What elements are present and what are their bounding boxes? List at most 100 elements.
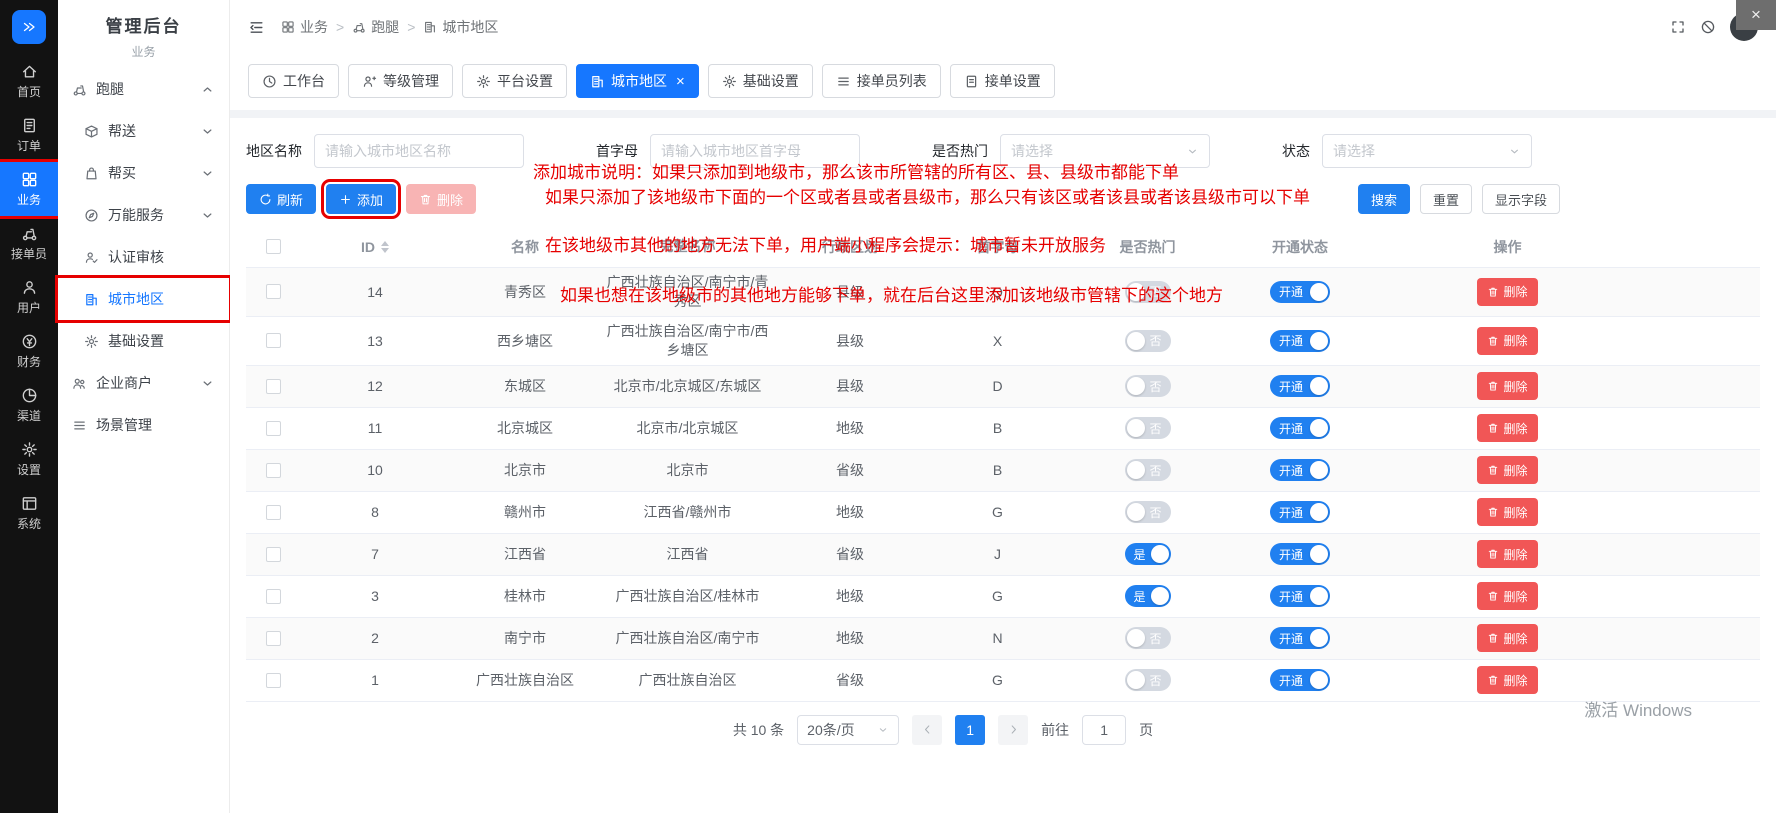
row-checkbox[interactable]	[266, 589, 281, 604]
menu-enterprise-merchant[interactable]: 企业商户	[58, 362, 229, 404]
status-toggle[interactable]: 开通	[1270, 669, 1330, 691]
close-tab-icon[interactable]: ×	[676, 74, 685, 89]
tab-level-management[interactable]: 等级管理	[348, 64, 453, 98]
hot-toggle[interactable]: 否	[1125, 627, 1171, 649]
tab-city-regions[interactable]: 城市地区×	[576, 64, 699, 98]
menu-scene-manage[interactable]: 场景管理	[58, 404, 229, 446]
nav-finance[interactable]: 财务	[0, 324, 58, 378]
sort-icon[interactable]	[381, 241, 389, 253]
goto-page-input[interactable]	[1082, 715, 1126, 745]
column-header-0[interactable]: ID	[300, 239, 450, 255]
scooter-icon	[352, 20, 366, 34]
cell-initial: G	[925, 504, 1070, 520]
hot-toggle[interactable]: 否	[1125, 501, 1171, 523]
column-header-6: 开通状态	[1225, 237, 1375, 257]
app-logo[interactable]	[0, 0, 58, 54]
next-page-button[interactable]	[998, 715, 1028, 745]
row-delete-button[interactable]: 删除	[1477, 540, 1537, 568]
tab-platform-settings[interactable]: 平台设置	[462, 64, 567, 98]
row-checkbox[interactable]	[266, 547, 281, 562]
hot-toggle[interactable]: 否	[1125, 330, 1171, 352]
search-button[interactable]: 搜索	[1358, 184, 1410, 214]
status-toggle[interactable]: 开通	[1270, 375, 1330, 397]
nav-settings[interactable]: 设置	[0, 432, 58, 486]
menu-universal-service[interactable]: 万能服务	[58, 194, 229, 236]
status-toggle[interactable]: 开通	[1270, 585, 1330, 607]
tab-label: 接单员列表	[857, 71, 927, 91]
row-delete-button[interactable]: 删除	[1477, 372, 1537, 400]
collapse-menu-icon[interactable]	[248, 19, 265, 36]
cell-initial: B	[925, 462, 1070, 478]
status-toggle[interactable]: 开通	[1270, 543, 1330, 565]
show-fields-button[interactable]: 显示字段	[1482, 184, 1560, 214]
status-toggle[interactable]: 开通	[1270, 417, 1330, 439]
menu-basic-config[interactable]: 基础设置	[58, 320, 229, 362]
tab-basic-settings[interactable]: 基础设置	[708, 64, 813, 98]
menu-help-send[interactable]: 帮送	[58, 110, 229, 152]
row-checkbox[interactable]	[266, 421, 281, 436]
menu-cert-audit[interactable]: 认证审核	[58, 236, 229, 278]
nav-system[interactable]: 系统	[0, 486, 58, 540]
nav-courier[interactable]: 接单员	[0, 216, 58, 270]
hot-toggle[interactable]: 是	[1125, 585, 1171, 607]
hot-toggle[interactable]: 否	[1125, 459, 1171, 481]
prev-page-button[interactable]	[912, 715, 942, 745]
cell-division: 省级	[775, 544, 925, 564]
status-toggle[interactable]: 开通	[1270, 627, 1330, 649]
nav-orders[interactable]: 订单	[0, 108, 58, 162]
status-toggle[interactable]: 开通	[1270, 459, 1330, 481]
row-delete-button[interactable]: 删除	[1477, 278, 1537, 306]
nav-business[interactable]: 业务	[0, 162, 58, 216]
hot-toggle[interactable]: 否	[1125, 669, 1171, 691]
breadcrumb-business[interactable]: 业务	[281, 17, 328, 37]
nav-home[interactable]: 首页	[0, 54, 58, 108]
tab-workbench[interactable]: 工作台	[248, 64, 339, 98]
row-delete-button[interactable]: 删除	[1477, 414, 1537, 442]
status-toggle[interactable]: 开通	[1270, 501, 1330, 523]
clear-cache-icon[interactable]	[1700, 19, 1716, 35]
row-delete-button[interactable]: 删除	[1477, 624, 1537, 652]
breadcrumb-errand[interactable]: 跑腿	[352, 17, 399, 37]
tab-courier-list[interactable]: 接单员列表	[822, 64, 941, 98]
row-delete-button[interactable]: 删除	[1477, 498, 1537, 526]
cell-id: 8	[300, 504, 450, 520]
nav-channel[interactable]: 渠道	[0, 378, 58, 432]
row-checkbox[interactable]	[266, 284, 281, 299]
row-delete-button[interactable]: 删除	[1477, 327, 1537, 355]
refresh-button[interactable]: 刷新	[246, 184, 316, 214]
row-delete-button[interactable]: 删除	[1477, 666, 1537, 694]
reset-button[interactable]: 重置	[1420, 184, 1472, 214]
row-checkbox[interactable]	[266, 379, 281, 394]
menu-city-region[interactable]: 城市地区	[58, 278, 229, 320]
row-checkbox[interactable]	[266, 333, 281, 348]
add-button[interactable]: 添加	[326, 184, 396, 214]
nav-users[interactable]: 用户	[0, 270, 58, 324]
row-delete-button[interactable]: 删除	[1477, 582, 1537, 610]
breadcrumb-separator: >	[336, 19, 344, 35]
tab-order-settings[interactable]: 接单设置	[950, 64, 1055, 98]
hot-toggle[interactable]: 否	[1125, 417, 1171, 439]
row-checkbox[interactable]	[266, 505, 281, 520]
row-checkbox[interactable]	[266, 631, 281, 646]
delete-button[interactable]: 删除	[406, 184, 476, 214]
current-page[interactable]: 1	[955, 715, 985, 745]
row-checkbox[interactable]	[266, 673, 281, 688]
status-select[interactable]: 请选择	[1322, 134, 1532, 168]
hot-toggle[interactable]: 是	[1125, 543, 1171, 565]
status-toggle[interactable]: 开通	[1270, 330, 1330, 352]
cell-id: 10	[300, 462, 450, 478]
page-size-select[interactable]: 20条/页	[797, 715, 899, 745]
fullscreen-icon[interactable]	[1670, 19, 1686, 35]
menu-errand[interactable]: 跑腿	[58, 68, 229, 110]
breadcrumb-city-region[interactable]: 城市地区	[423, 17, 498, 37]
region-name-input[interactable]	[314, 134, 524, 168]
window-close-button[interactable]: ×	[1736, 0, 1776, 30]
menu-help-buy[interactable]: 帮买	[58, 152, 229, 194]
row-checkbox[interactable]	[266, 463, 281, 478]
cell-full-name: 广西壮族自治区	[600, 671, 775, 690]
select-all-checkbox[interactable]	[266, 239, 281, 254]
row-delete-button[interactable]: 删除	[1477, 456, 1537, 484]
table-row: 1广西壮族自治区广西壮族自治区省级G否开通删除	[246, 660, 1760, 702]
status-toggle[interactable]: 开通	[1270, 281, 1330, 303]
hot-toggle[interactable]: 否	[1125, 375, 1171, 397]
